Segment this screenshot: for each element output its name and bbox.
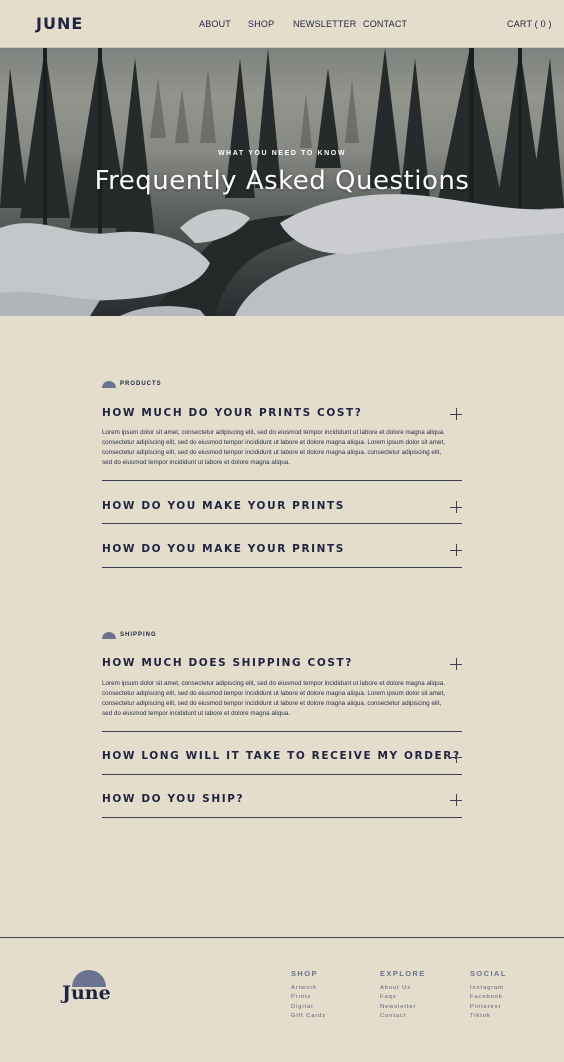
- footer-link[interactable]: Artwork: [291, 984, 326, 993]
- faq-question[interactable]: HOW MUCH DOES SHIPPING COST?: [102, 657, 462, 669]
- hero-subtitle: WHAT YOU NEED TO KNOW: [217, 150, 347, 157]
- divider: [102, 817, 462, 818]
- faq-answer-line: consectetur adipiscing elit, sed do eius…: [102, 690, 446, 697]
- divider: [102, 774, 462, 775]
- footer-divider: [0, 937, 564, 938]
- plus-icon[interactable]: [450, 794, 462, 806]
- footer-link[interactable]: Digital: [291, 1003, 326, 1012]
- divider: [102, 480, 462, 481]
- footer-column-explore: EXPLORE About Us Faqs Newsletter Contact: [380, 969, 426, 1022]
- plus-icon[interactable]: [450, 751, 462, 763]
- divider: [102, 523, 462, 524]
- logo[interactable]: JUNE: [36, 14, 83, 33]
- faq-answer-line: consectetur adipiscing elit, sed do eius…: [102, 700, 442, 707]
- footer-heading: SHOP: [291, 969, 318, 978]
- hero-title: Frequently Asked Questions: [94, 166, 470, 196]
- faq-answer-line: Lorem ipsum dolor sit amet, consectetur …: [102, 429, 446, 436]
- faq-answer-line: Lorem ipsum dolor sit amet, consectetur …: [102, 680, 446, 687]
- section-tag-label: PRODUCTS: [120, 381, 162, 387]
- plus-icon[interactable]: [450, 658, 462, 670]
- nav-about-link[interactable]: ABOUT: [199, 19, 231, 29]
- half-circle-icon: [102, 632, 116, 639]
- hero-banner: WHAT YOU NEED TO KNOW Frequently Asked Q…: [0, 48, 564, 316]
- faq-question[interactable]: HOW LONG WILL IT TAKE TO RECEIVE MY ORDE…: [102, 750, 462, 762]
- footer-link[interactable]: Newsletter: [380, 1003, 426, 1012]
- plus-icon[interactable]: [450, 501, 462, 513]
- footer-heading: EXPLORE: [380, 969, 426, 978]
- footer-column-social: SOCIAL Instagram Facebook Pinterest Tikt…: [470, 969, 507, 1022]
- footer-link[interactable]: Facebook: [470, 993, 507, 1002]
- footer-link[interactable]: Faqs: [380, 993, 426, 1002]
- footer-column-shop: SHOP Artwork Prints Digital Gift Cards: [291, 969, 326, 1022]
- footer-link[interactable]: Prints: [291, 993, 326, 1002]
- nav-newsletter-link[interactable]: NEWSLETTER: [293, 19, 357, 29]
- footer-heading: SOCIAL: [470, 969, 507, 978]
- plus-icon[interactable]: [450, 408, 462, 420]
- faq-answer-line: sed do eiusmod tempor incididunt ut labo…: [102, 459, 290, 466]
- faq-question[interactable]: HOW DO YOU MAKE YOUR PRINTS: [102, 543, 462, 555]
- faq-question[interactable]: HOW DO YOU MAKE YOUR PRINTS: [102, 500, 462, 512]
- faq-answer-line: consectetur adipiscing elit, sed do eius…: [102, 439, 446, 446]
- footer-link[interactable]: Contact: [380, 1012, 426, 1021]
- faq-answer: Lorem ipsum dolor sit amet, consectetur …: [102, 428, 462, 468]
- faq-answer-line: consectetur adipiscing elit, sed do eius…: [102, 449, 442, 456]
- faq-answer-line: sed do eiusmod tempor incididunt ut labo…: [102, 710, 290, 717]
- footer-link[interactable]: Tiktok: [470, 1012, 507, 1021]
- footer-link[interactable]: Pinterest: [470, 1003, 507, 1012]
- faq-answer: Lorem ipsum dolor sit amet, consectetur …: [102, 679, 462, 719]
- nav-contact-link[interactable]: CONTACT: [363, 19, 407, 29]
- section-tag-label: SHIPPING: [120, 632, 157, 638]
- top-nav: JUNE ABOUT SHOP NEWSLETTER CONTACT CART …: [0, 0, 564, 48]
- nav-shop-link[interactable]: SHOP: [248, 19, 274, 29]
- footer-link[interactable]: Gift Cards: [291, 1012, 326, 1021]
- divider: [102, 567, 462, 568]
- divider: [102, 731, 462, 732]
- plus-icon[interactable]: [450, 544, 462, 556]
- footer-link[interactable]: Instagram: [470, 984, 507, 993]
- cart-link[interactable]: CART ( 0 ): [507, 19, 552, 29]
- footer-logo[interactable]: June: [62, 982, 111, 1004]
- faq-question[interactable]: HOW DO YOU SHIP?: [102, 793, 462, 805]
- faq-question[interactable]: HOW MUCH DO YOUR PRINTS COST?: [102, 407, 462, 419]
- half-circle-icon: [102, 381, 116, 388]
- footer-link[interactable]: About Us: [380, 984, 426, 993]
